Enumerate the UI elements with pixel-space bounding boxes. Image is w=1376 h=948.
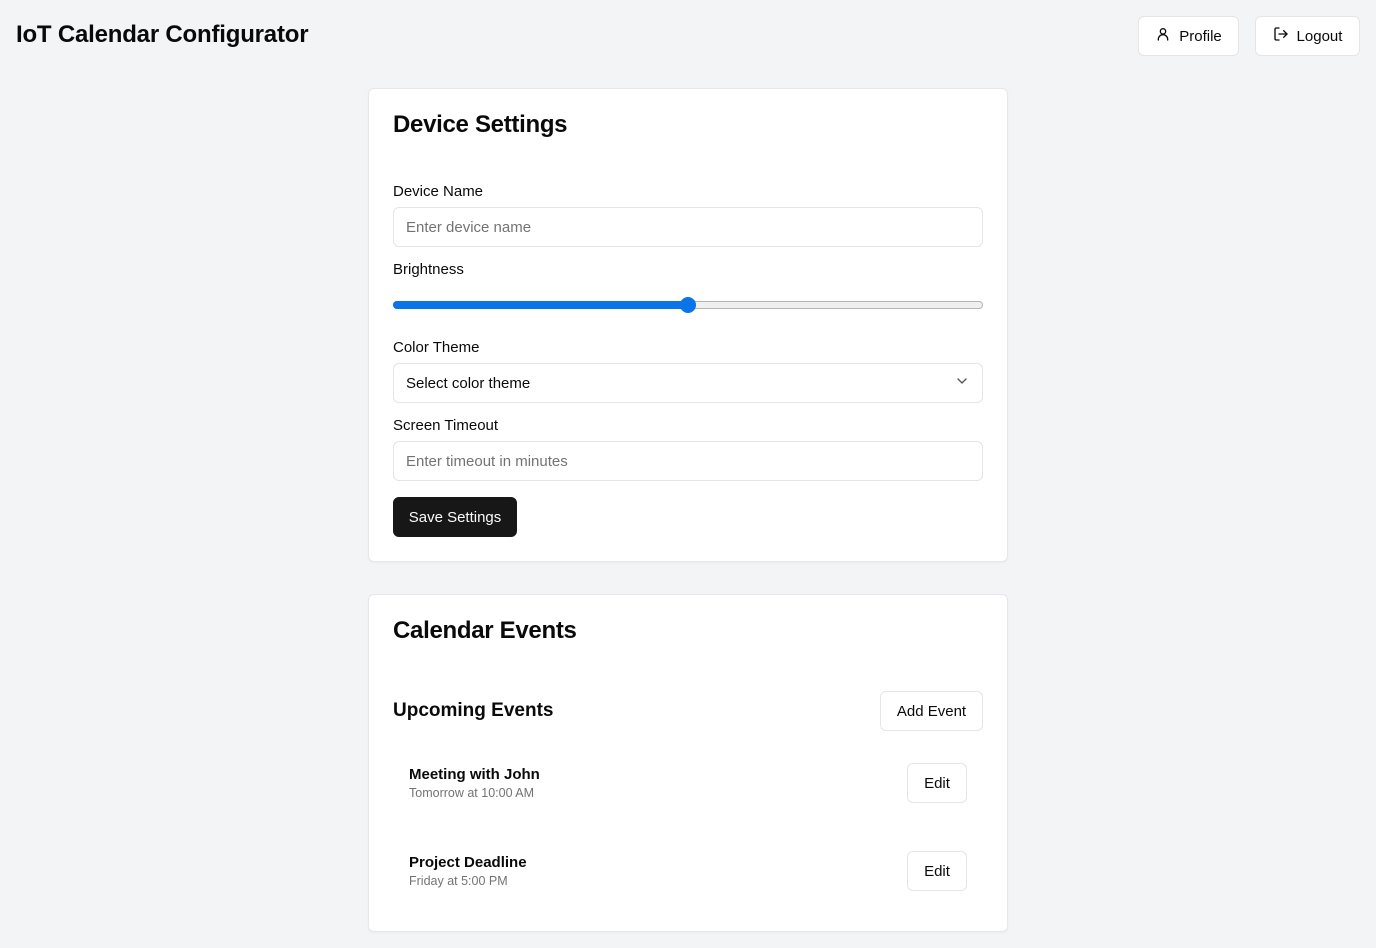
event-item: Project Deadline Friday at 5:00 PM Edit [393,835,983,907]
calendar-events-card: Calendar Events Upcoming Events Add Even… [368,594,1008,932]
profile-button-label: Profile [1179,27,1222,45]
save-settings-button[interactable]: Save Settings [393,497,517,537]
calendar-events-title: Calendar Events [393,617,577,644]
user-icon [1155,26,1171,46]
logout-button[interactable]: Logout [1255,16,1360,56]
upcoming-events-title: Upcoming Events [393,700,554,721]
edit-event-button[interactable]: Edit [907,851,967,891]
device-settings-title: Device Settings [393,111,568,138]
add-event-button[interactable]: Add Event [880,691,983,731]
color-theme-label: Color Theme [393,339,480,356]
device-name-input[interactable] [393,207,983,247]
device-settings-card: Device Settings Device Name Brightness C… [368,88,1008,562]
brightness-slider-fill [393,301,688,309]
logout-button-label: Logout [1296,27,1343,45]
app-header: IoT Calendar Configurator Profile Logout [0,0,1376,72]
event-title: Meeting with John [409,766,540,783]
screen-timeout-input[interactable] [393,441,983,481]
log-out-icon [1273,26,1289,46]
edit-event-button[interactable]: Edit [907,763,967,803]
app-title: IoT Calendar Configurator [16,21,309,48]
brightness-slider-thumb[interactable] [680,297,696,313]
color-theme-selected: Select color theme [406,374,531,392]
chevron-down-icon [954,373,970,393]
screen-timeout-label: Screen Timeout [393,417,499,434]
device-name-label: Device Name [393,183,484,200]
event-item: Meeting with John Tomorrow at 10:00 AM E… [393,747,983,819]
profile-button[interactable]: Profile [1138,16,1239,56]
color-theme-select[interactable]: Select color theme [393,363,983,403]
brightness-slider[interactable] [393,297,983,313]
event-title: Project Deadline [409,854,527,871]
brightness-label: Brightness [393,261,464,278]
event-time: Friday at 5:00 PM [409,874,508,888]
event-time: Tomorrow at 10:00 AM [409,786,535,800]
